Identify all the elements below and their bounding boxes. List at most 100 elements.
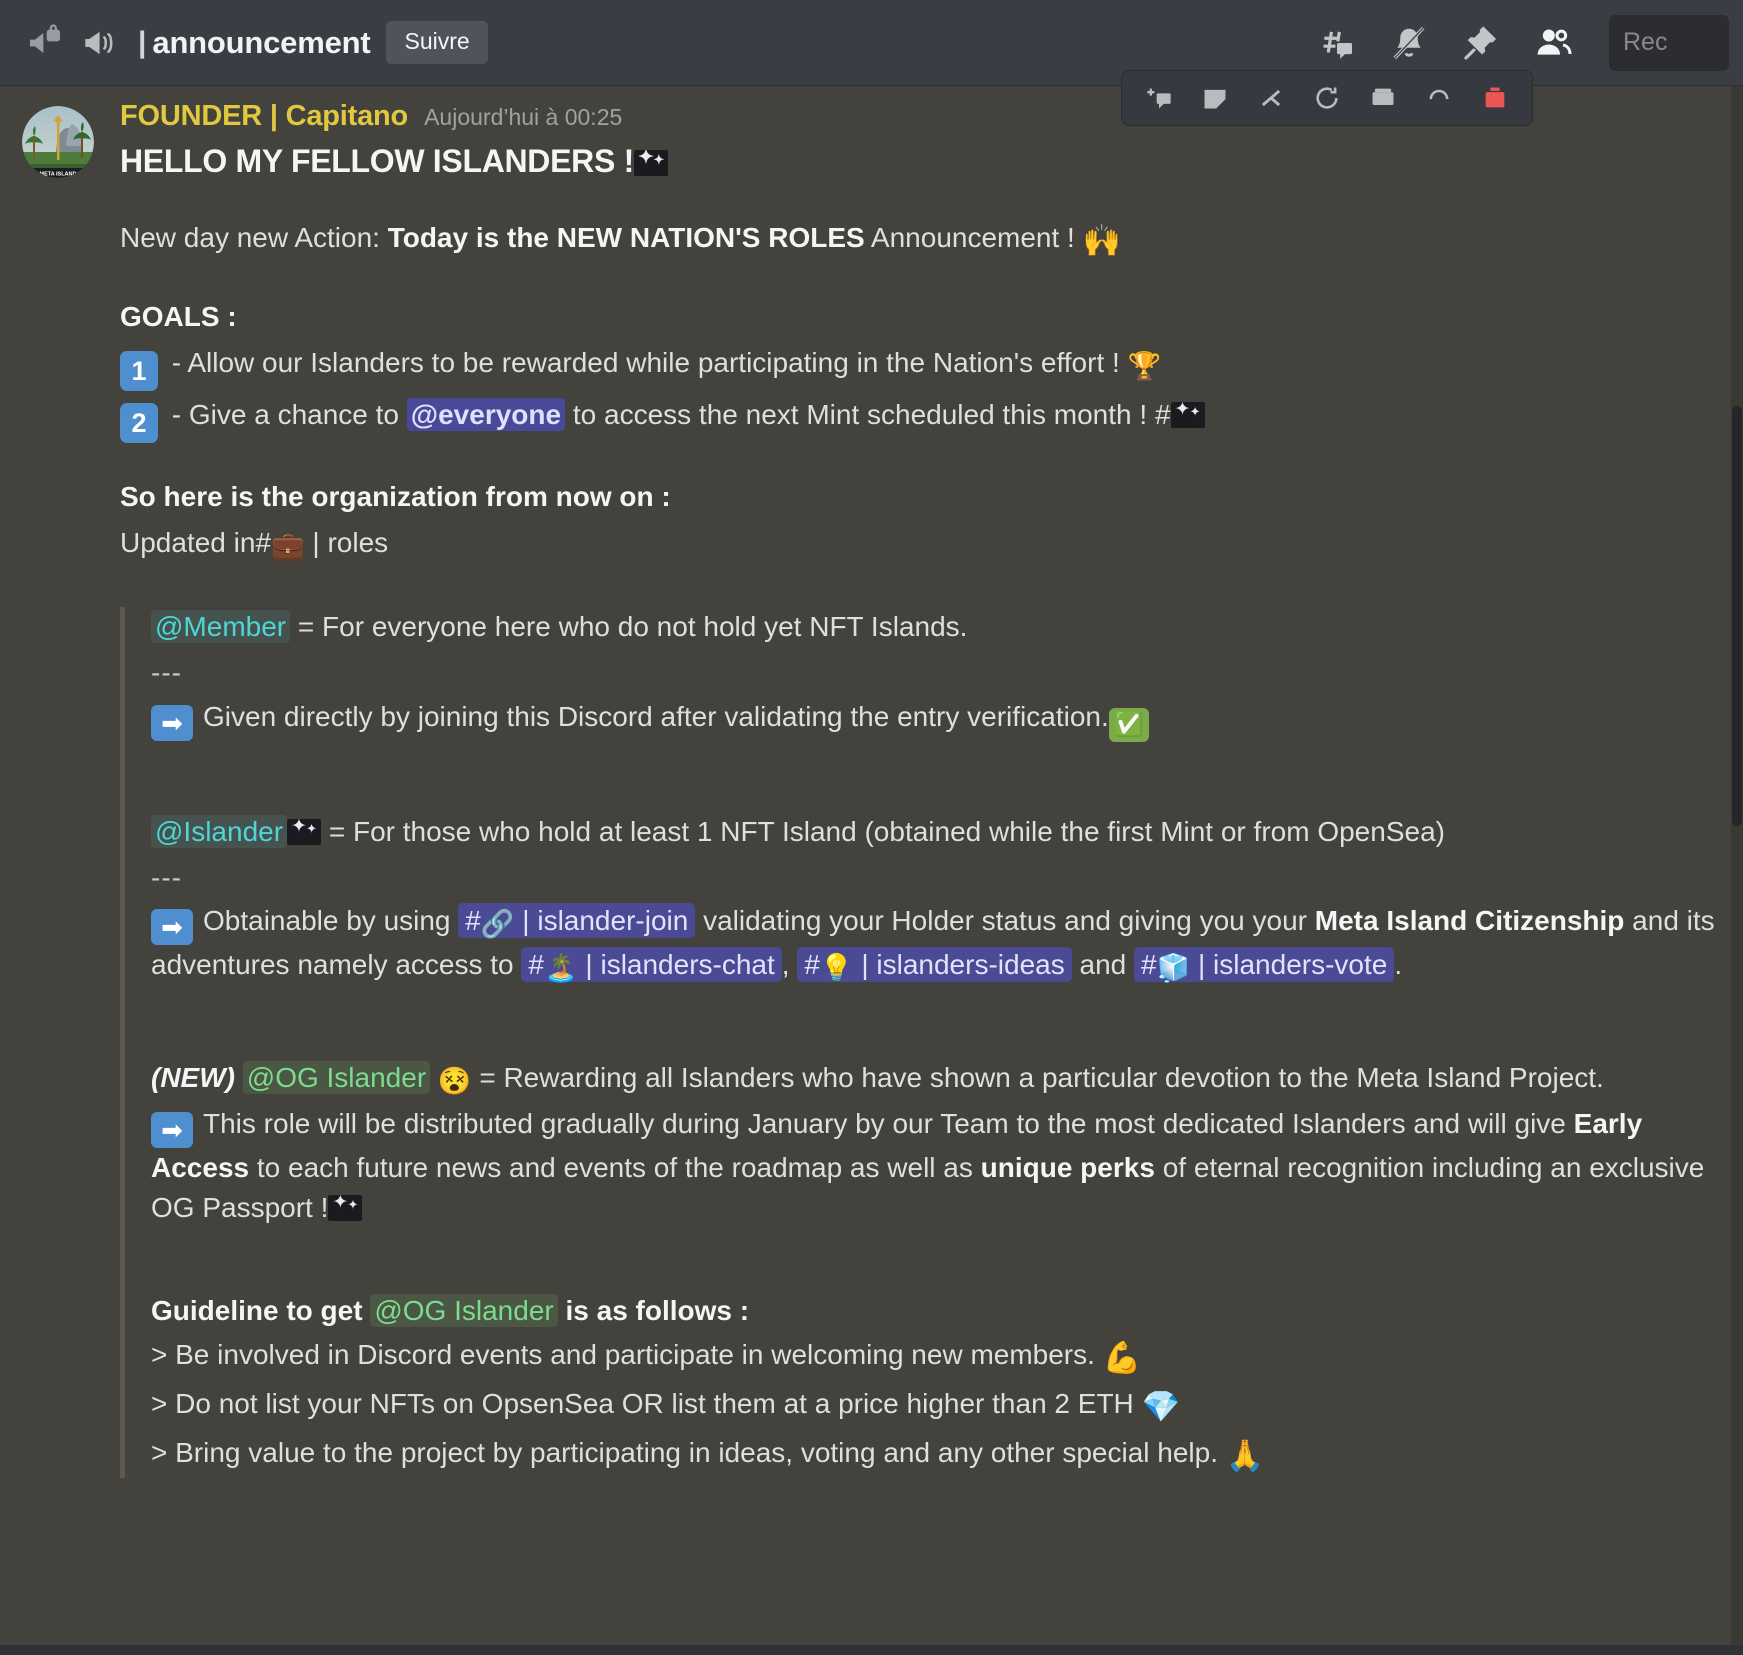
pirate-flag-emoji: [633, 150, 668, 176]
new-tag: (NEW): [151, 1061, 235, 1093]
updated-prefix: Updated in: [120, 526, 256, 558]
intro-bold: Today is the NEW NATION'S ROLES: [387, 222, 865, 254]
islander-detail-lead: Obtainable by using: [203, 905, 451, 937]
message-hover-toolbar[interactable]: [1121, 70, 1533, 126]
role-islander-detail: ➡ Obtainable by using #🔗 | islander-join …: [151, 901, 1719, 987]
role-islander-line: @Islander = For those who hold at least …: [151, 812, 1719, 852]
message-content: HELLO MY FELLOW ISLANDERS ! New day new …: [120, 139, 1719, 1479]
chan-name-4: islanders-vote: [1213, 949, 1388, 981]
role-islander-divider: ---: [151, 861, 182, 893]
more-icon[interactable]: [1420, 81, 1458, 115]
thread-icon[interactable]: [1252, 81, 1290, 115]
pirate-flag-emoji-2: [1170, 402, 1205, 429]
megaphone-lock-icon: [22, 20, 68, 66]
updated-channel: roles: [327, 526, 389, 558]
ballot-box-emoji: 🧊: [1156, 953, 1191, 984]
channel-link-islanders-chat[interactable]: #🏝️ | islanders-chat: [521, 947, 782, 983]
role-block-islander: @Islander = For those who hold at least …: [151, 812, 1719, 988]
message-timestamp: Aujourd’hui à 00:25: [424, 104, 623, 130]
updated-pipe: |: [312, 526, 320, 558]
islander-period: .: [1394, 949, 1403, 981]
role-mention-member[interactable]: @Member: [151, 610, 291, 644]
members-icon[interactable]: [1531, 21, 1575, 65]
role-og-line: (NEW) @OG Islander 😵 = Rewarding all Isl…: [151, 1058, 1719, 1100]
goal-item-1: 1 - Allow our Islanders to be rewarded w…: [120, 343, 1719, 392]
chan-name-3: islanders-ideas: [876, 949, 1065, 981]
org-title: So here is the organization from now on …: [120, 481, 671, 513]
updated-line: Updated in#💼 | roles: [120, 523, 1719, 565]
role-og-detail: ➡ This role will be distributed gradually…: [151, 1104, 1719, 1228]
search-input[interactable]: Rec: [1609, 14, 1729, 71]
add-reaction-icon[interactable]: [1140, 81, 1178, 115]
pirate-flag-emoji-4: [328, 1194, 363, 1221]
flexed-biceps-emoji: 💪: [1102, 1340, 1142, 1376]
mention-everyone[interactable]: @everyone: [406, 398, 566, 432]
pirate-flag-emoji-3: [287, 818, 322, 845]
bottom-edge: [0, 1645, 1743, 1655]
guideline-text-3: > Bring value to the project by particip…: [151, 1437, 1218, 1469]
follow-button[interactable]: Suivre: [386, 20, 488, 65]
goal-2-text-before: - Give a chance to: [171, 399, 400, 431]
islander-detail-mid: validating your Holder status and giving…: [703, 905, 1307, 937]
scrollbar[interactable]: [1731, 86, 1743, 1655]
updated-hash: #: [255, 526, 272, 558]
message-author[interactable]: FOUNDER | Capitano: [120, 102, 408, 131]
right-arrow-emoji: ➡: [151, 704, 193, 741]
scrollbar-thumb[interactable]: [1732, 406, 1742, 826]
folded-hands-emoji: 🙏: [1225, 1438, 1265, 1474]
channel-link-islander-join[interactable]: #🔗 | islander-join: [458, 903, 696, 939]
sticker-icon[interactable]: [1196, 81, 1234, 115]
chan-name-1: islander-join: [537, 905, 689, 937]
page-title: announcement: [152, 24, 371, 60]
guideline-block: Guideline to get @OG Islander is as foll…: [151, 1291, 1719, 1478]
goal-1-text: - Allow our Islanders to be rewarded whi…: [171, 347, 1120, 379]
message-body: FOUNDER | Capitano Aujourd’hui à 00:25 H…: [120, 102, 1719, 1479]
bulb-emoji: 💡: [819, 953, 854, 984]
dizzy-face-emoji: 😵: [437, 1065, 472, 1096]
goals-section: GOALS : 1 - Allow our Islanders to be re…: [120, 297, 1719, 444]
role-member-detail-text: Given directly by joining this Discord a…: [203, 700, 1109, 732]
threads-icon[interactable]: [1315, 21, 1359, 65]
trophy-emoji: 🏆: [1127, 351, 1162, 382]
notification-muted-icon[interactable]: [1387, 21, 1431, 65]
role-member-line: @Member = For everyone here who do not h…: [151, 607, 1719, 647]
keycap-two: 2: [120, 403, 158, 444]
channel-link-islanders-ideas[interactable]: #💡 | islanders-ideas: [797, 947, 1072, 984]
roles-blockquote: @Member = For everyone here who do not h…: [120, 607, 1719, 1479]
right-arrow-emoji-2: ➡: [151, 909, 193, 946]
guideline-prefix: Guideline to get: [151, 1295, 363, 1327]
message: META ISLAND FOUNDER | Capitano Aujourd’h…: [0, 102, 1743, 1479]
channel-header-actions: Rec: [1315, 14, 1733, 71]
org-section: So here is the organization from now on …: [120, 477, 1719, 565]
channel-header: | announcement Suivre Rec: [0, 0, 1743, 126]
chan-hash-4: #: [1141, 949, 1157, 981]
keycap-one: 1: [120, 351, 158, 392]
role-mention-og-islander[interactable]: @OG Islander: [242, 1060, 431, 1094]
message-heading: HELLO MY FELLOW ISLANDERS !: [120, 139, 1719, 184]
goal-item-2: 2 - Give a chance to @everyone to access…: [120, 395, 1719, 444]
channel-link-islanders-vote[interactable]: #🧊 | islanders-vote: [1134, 947, 1395, 984]
archive-icon[interactable]: [1364, 81, 1402, 115]
channel-separator: |: [138, 25, 147, 59]
chan-hash-3: #: [804, 949, 820, 981]
pin-icon[interactable]: [1459, 21, 1503, 65]
chan-hash-1: #: [465, 905, 481, 937]
guideline-text-1: > Be involved in Discord events and part…: [151, 1339, 1095, 1371]
role-islander-description: = For those who hold at least 1 NFT Isla…: [328, 815, 1445, 847]
islander-and: and: [1079, 949, 1127, 981]
guideline-line-1: > Be involved in Discord events and part…: [151, 1335, 1719, 1380]
goal-2-hash: #: [1154, 399, 1171, 431]
right-arrow-emoji-3: ➡: [151, 1111, 193, 1148]
role-mention-islander[interactable]: @Islander: [151, 814, 288, 848]
og-detail-line2: to each future news and events of the ro…: [256, 1151, 973, 1183]
role-block-member: @Member = For everyone here who do not h…: [151, 607, 1719, 742]
delete-icon[interactable]: [1476, 81, 1514, 115]
clock-icon[interactable]: [1308, 81, 1346, 115]
intro-paragraph: New day new Action: Today is the NEW NAT…: [120, 218, 1719, 263]
guideline-line-2: > Do not list your NFTs on OpsenSea OR l…: [151, 1384, 1719, 1429]
svg-text:META ISLAND: META ISLAND: [40, 172, 77, 178]
avatar[interactable]: META ISLAND: [22, 106, 94, 178]
guideline-role-mention[interactable]: @OG Islander: [370, 1294, 558, 1328]
